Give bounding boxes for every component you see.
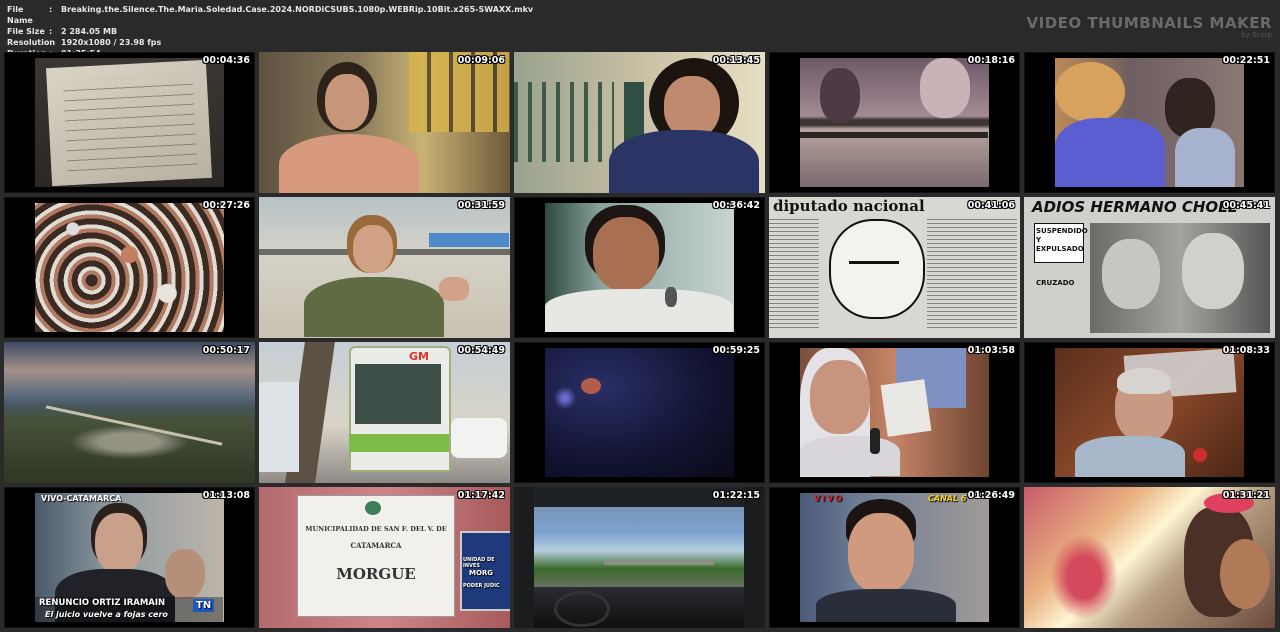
plaque-text: MORG [469,569,494,577]
info-separator: : [49,5,53,14]
timestamp: 00:09:06 [457,55,505,66]
thumbnail-image [1055,58,1244,187]
brand-title: VIDEO THUMBNAILS MAKER [1026,14,1272,32]
info-key: Resolution [7,38,56,47]
newspaper-box: SUSPENDIDO Y EXPULSADO [1036,227,1088,253]
thumbnail[interactable]: 00:50:17 [4,342,255,483]
thumbnail[interactable]: 00:59:25 [514,342,765,483]
thumbnail[interactable]: 00:04:36 [4,52,255,193]
info-value: Breaking.the.Silence.The.Maria.Soledad.C… [61,5,534,14]
newspaper-headline: ADIOS HERMANO CHOLE [1032,198,1238,216]
plaque-text: PODER JUDIC [463,583,500,589]
news-caption: El juicio vuelve a fojas cero [45,610,168,619]
sign-text: MORGUE [336,565,416,583]
thumbnail-image [514,487,765,628]
thumbnail-image [35,58,224,187]
timestamp: 00:04:36 [202,55,250,66]
thumbnail-image [1024,487,1275,628]
info-key: File Name [7,5,33,25]
thumbnail[interactable]: 01:08:33 [1024,342,1275,483]
info-separator: : [49,38,53,47]
brand-subtitle: by Scorp [1241,31,1272,39]
timestamp: 01:26:49 [967,490,1015,501]
thumbnail[interactable]: 00:36:42 [514,197,765,338]
thumbnail[interactable]: GM 00:54:49 [259,342,510,483]
info-row-resolution: Resolution : 1920x1080 / 23.98 fps [7,37,533,48]
timestamp: 01:22:15 [712,490,760,501]
timestamp: 00:22:51 [1222,55,1270,66]
thumbnail-image: GM [259,342,510,483]
newspaper-box: CRUZADO [1036,279,1075,287]
thumbnail[interactable]: 00:13:45 [514,52,765,193]
timestamp: 00:18:16 [967,55,1015,66]
tn-logo: TN [193,599,215,612]
info-row-filename: File Name : Breaking.the.Silence.The.Mar… [7,4,533,26]
timestamp: 00:50:17 [202,345,250,356]
bus-sign: GM [409,350,429,363]
newspaper-headline: diputado nacional [773,197,925,215]
timestamp: 00:45:41 [1222,200,1270,211]
thumbnail-image [800,348,989,477]
thumbnail-grid: 00:04:36 00:09:06 00:13:45 00:18:16 00:2… [4,52,1275,628]
thumbnail[interactable]: 00:09:06 [259,52,510,193]
brand-watermark: VIDEO THUMBNAILS MAKER by Scorp [1027,14,1272,39]
timestamp: 00:41:06 [967,200,1015,211]
timestamp: 01:13:08 [202,490,250,501]
timestamp: 00:54:49 [457,345,505,356]
thumbnail[interactable]: 01:03:58 [769,342,1020,483]
timestamp: 00:59:25 [712,345,760,356]
thumbnail[interactable]: 01:22:15 [514,487,765,628]
timestamp: 01:31:21 [1222,490,1270,501]
thumbnail-image [545,203,734,332]
timestamp: 00:31:59 [457,200,505,211]
thumbnail[interactable]: 00:22:51 [1024,52,1275,193]
thumbnail[interactable]: VIVO CANAL 6 01:26:49 [769,487,1020,628]
thumbnail[interactable]: diputado nacional 00:41:06 [769,197,1020,338]
sign-text: MUNICIPALIDAD DE SAN F. DEL V. DE [305,525,447,533]
live-label: VIVO [814,494,845,503]
info-key: File Size [7,27,45,36]
thumbnail[interactable]: 00:18:16 [769,52,1020,193]
thumbnail-image [545,348,734,477]
thumbnail-image [259,197,510,338]
thumbnail[interactable]: VIVO-CATAMARCA RENUNCIO ORTIZ IRAMAIN El… [4,487,255,628]
thumbnail[interactable]: MUNICIPALIDAD DE SAN F. DEL V. DE CATAMA… [259,487,510,628]
timestamp: 00:13:45 [712,55,760,66]
thumbnail-image: diputado nacional [769,197,1020,338]
file-info-table: File Name : Breaking.the.Silence.The.Mar… [7,4,533,59]
thumbnail-image [4,342,255,483]
info-value: 1920x1080 / 23.98 fps [61,38,162,47]
thumbnail-image: VIVO CANAL 6 [800,493,989,622]
news-caption: RENUNCIO ORTIZ IRAMAIN [39,598,166,608]
thumbnail-image [1055,348,1244,477]
info-row-filesize: File Size : 2 284.05 MB [7,26,533,37]
info-value: 2 284.05 MB [61,27,118,36]
thumbnail-image [514,52,765,193]
thumbnail[interactable]: ADIOS HERMANO CHOLE SUSPENDIDO Y EXPULSA… [1024,197,1275,338]
thumbnail-image [259,52,510,193]
file-info-header: File Name : Breaking.the.Silence.The.Mar… [0,0,1280,58]
thumbnail-image [35,203,224,332]
sign-text: CATAMARCA [350,541,402,550]
live-label: VIVO-CATAMARCA [41,494,122,503]
timestamp: 00:36:42 [712,200,760,211]
thumbnail-image [800,58,989,187]
thumbnail[interactable]: 00:31:59 [259,197,510,338]
plaque-text: UNIDAD DE INVES [463,557,495,569]
channel-label: CANAL 6 [928,494,967,503]
thumbnail[interactable]: 01:31:21 [1024,487,1275,628]
timestamp: 01:03:58 [967,345,1015,356]
thumbnail-image: ADIOS HERMANO CHOLE SUSPENDIDO Y EXPULSA… [1024,197,1275,338]
thumbnail[interactable]: 00:27:26 [4,197,255,338]
info-separator: : [49,27,53,36]
timestamp: 00:27:26 [202,200,250,211]
thumbnail-image: VIVO-CATAMARCA RENUNCIO ORTIZ IRAMAIN El… [35,493,224,622]
thumbnail-image: MUNICIPALIDAD DE SAN F. DEL V. DE CATAMA… [259,487,510,628]
timestamp: 01:08:33 [1222,345,1270,356]
timestamp: 01:17:42 [457,490,505,501]
